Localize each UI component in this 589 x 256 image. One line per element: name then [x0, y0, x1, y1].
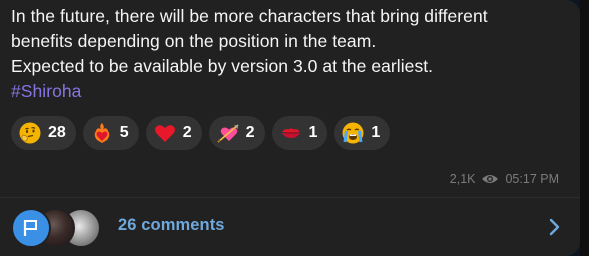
- commenter-avatars: [11, 208, 111, 248]
- red-heart-icon: [153, 121, 177, 145]
- comments-button[interactable]: 26 comments: [0, 198, 580, 256]
- message-line: Expected to be available by version 3.0 …: [11, 56, 434, 76]
- reaction-count: 5: [119, 124, 129, 141]
- reaction-count: 1: [371, 124, 381, 141]
- kiss-mark-icon: [279, 121, 303, 145]
- reaction-loudly-crying[interactable]: 1: [334, 116, 391, 150]
- message-bubble: In the future, there will be more charac…: [0, 0, 580, 256]
- eye-icon: [481, 173, 499, 185]
- message-time: 05:17 PM: [505, 172, 559, 186]
- chat-background-edge: [580, 0, 589, 256]
- thinking-face-icon: [18, 121, 42, 145]
- reaction-heart-on-fire[interactable]: 5: [82, 116, 139, 150]
- flag-icon: [23, 220, 37, 236]
- hashtag-link[interactable]: #Shiroha: [11, 79, 576, 104]
- reaction-count: 2: [245, 124, 255, 141]
- reactions-row: 28 5 2 2 1 1: [11, 116, 391, 150]
- comments-count-label: 26 comments: [118, 216, 225, 234]
- reaction-count: 28: [48, 124, 66, 141]
- reaction-heart-with-arrow[interactable]: 2: [208, 116, 265, 150]
- view-count: 2,1K: [449, 172, 476, 186]
- heart-on-fire-icon: [90, 121, 114, 145]
- reaction-red-heart[interactable]: 2: [145, 116, 202, 150]
- reaction-thinking[interactable]: 28: [11, 116, 76, 150]
- reaction-count: 1: [308, 124, 318, 141]
- message-text: In the future, there will be more charac…: [11, 4, 576, 104]
- heart-with-arrow-icon: [216, 121, 240, 145]
- message-line: In the future, there will be more charac…: [11, 6, 488, 26]
- loudly-crying-face-icon: [341, 121, 365, 145]
- reaction-kiss-mark[interactable]: 1: [271, 116, 328, 150]
- reaction-count: 2: [182, 124, 192, 141]
- message-meta: 2,1K 05:17 PM: [450, 172, 559, 186]
- message-line: benefits depending on the position in th…: [11, 31, 377, 51]
- avatar: [11, 208, 51, 248]
- chevron-right-icon: [548, 217, 562, 237]
